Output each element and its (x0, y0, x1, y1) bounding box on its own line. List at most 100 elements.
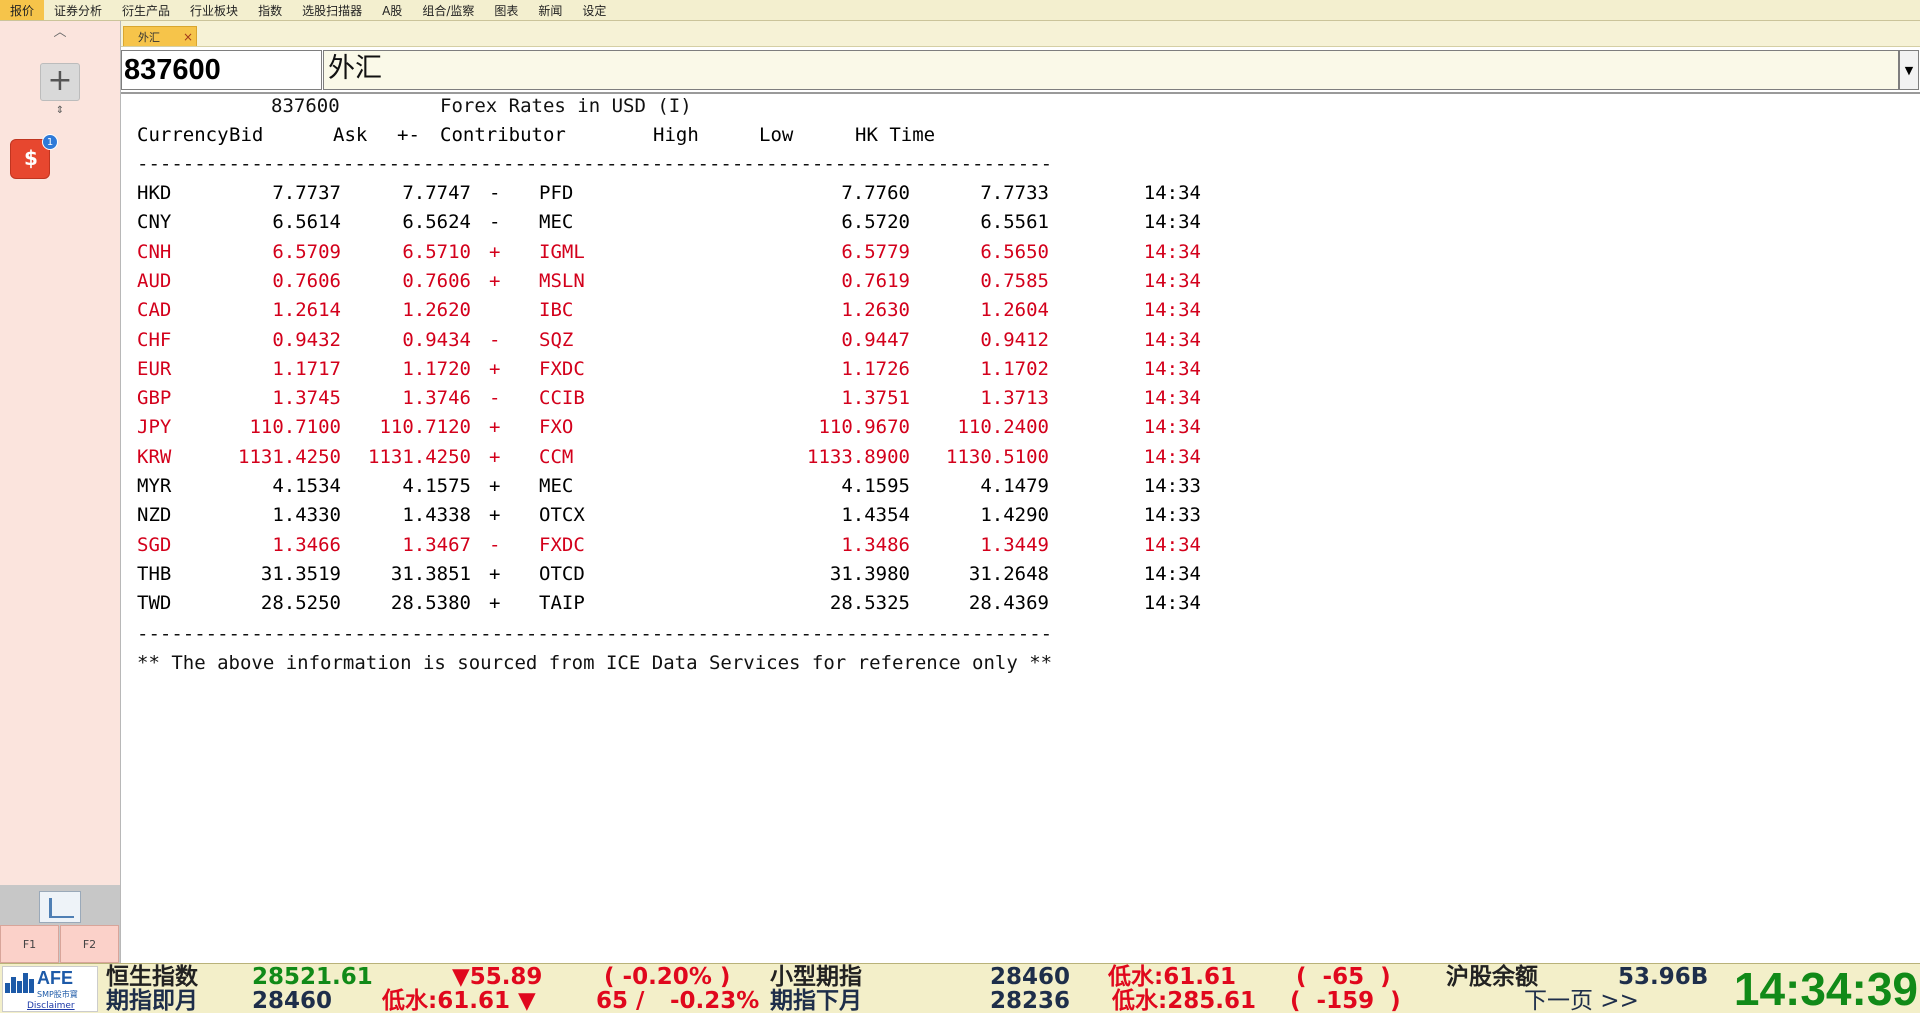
high-cell: 1.3486 (841, 533, 910, 556)
table-row[interactable]: GBP 1.3745 1.3746- CCIB 1.3751 1.3713 14:34 (121, 384, 1221, 412)
table-row[interactable]: KRW 1131.4250 1131.4250 + CCM 1133.8900 1130.5… (121, 443, 1221, 471)
f1-button[interactable]: F1 (0, 925, 59, 963)
low-cell: 1.2604 (980, 299, 1049, 322)
menu-portfolio[interactable]: 组合/监察 (412, 0, 484, 20)
high-cell: 6.5779 (841, 240, 910, 263)
menu-stock-scanner[interactable]: 选股扫描器 (292, 0, 372, 20)
table-row[interactable]: JPY 110.7100 110.7120 + FXO 110.9670 110.2400 1… (121, 413, 1221, 441)
contributor-cell: FXDC (539, 357, 585, 380)
currency-cell: CNH (137, 240, 172, 263)
menu-quotes[interactable]: 报价 (0, 0, 45, 20)
chevron-down-icon[interactable]: ▼ (1899, 50, 1919, 90)
money-bag-app-icon[interactable]: $ 1 (10, 134, 58, 179)
ask-cell: 1.4338 (402, 504, 471, 527)
bid-cell: 28.5250 (260, 592, 341, 615)
table-row[interactable]: TWD 28.5250 28.5380 + TAIP 28.5325 28.4369 14:3… (121, 589, 1221, 617)
low-cell: 28.4369 (968, 592, 1049, 615)
low-cell: 6.5650 (980, 240, 1049, 263)
change-cell: + (489, 445, 501, 468)
change-cell: + (489, 475, 501, 497)
close-icon[interactable]: × (180, 30, 196, 44)
low-cell: 7.7733 (980, 182, 1049, 204)
menu-sectors[interactable]: 行业板块 (180, 0, 248, 20)
high-cell: 0.9447 (841, 328, 910, 351)
currency-cell: KRW (137, 445, 172, 468)
ask-cell: 1131.4250 (368, 445, 471, 468)
table-row[interactable]: CAD 1.2614 1.2620 IBC 1.2630 1.2604 14:34 (121, 296, 1221, 324)
ask-cell: 1.3746 (402, 387, 471, 410)
currency-cell: JPY (137, 416, 172, 439)
table-row[interactable]: THB 31.3519 31.3851 + OTCD 31.3980 31.2648 14:3… (121, 560, 1221, 588)
table-row[interactable]: NZD 1.4330 1.4338 + OTCX 1.4354 1.4290 14:33 (121, 501, 1221, 529)
currency-cell: EUR (137, 357, 172, 380)
high-cell: 1.4354 (841, 504, 910, 527)
change-cell: + (489, 269, 501, 292)
terminal-window: 报价 证券分析 衍生产品 行业板块 指数 选股扫描器 A股 组合/监察 图表 新… (0, 0, 1920, 1013)
afe-logo[interactable]: AFE SMP股市寶 Disclaimer (2, 966, 98, 1012)
ask-cell: 4.1575 (402, 475, 471, 497)
change-cell: + (489, 504, 501, 527)
document-icon[interactable] (39, 891, 81, 923)
table-header: Currency Bid Ask +- Contributor High Low… (121, 121, 1221, 149)
header-low: Low (759, 124, 794, 146)
low-cell: 0.7585 (980, 269, 1049, 292)
tab-label: 外汇 (138, 30, 160, 44)
table-row[interactable]: MYR 4.1534 4.1575 + MEC 4.1595 4.1479 14:33 (121, 472, 1221, 500)
menu-derivatives[interactable]: 衍生产品 (112, 0, 180, 20)
collapse-up-icon[interactable]: ︿ (50, 25, 70, 41)
ask-cell: 31.3851 (390, 562, 471, 585)
currency-cell: TWD (137, 592, 172, 615)
currency-cell: CAD (137, 299, 172, 322)
contributor-cell: MEC (539, 211, 574, 234)
table-row[interactable]: CNH 6.5709 6.5710 + IGML 6.5779 6.5650 14:34 (121, 238, 1221, 266)
table-row[interactable]: SGD 1.3466 1.3467- FXDC 1.3486 1.3449 14:34 (121, 531, 1221, 559)
bid-cell: 1.1717 (272, 357, 341, 380)
report-code: 837600 (271, 95, 340, 117)
disclaimer-link[interactable]: Disclaimer (27, 1001, 75, 1011)
page-name-combo[interactable]: 外汇 (323, 50, 1899, 90)
hsi-change: ▼55.89 (452, 964, 543, 990)
currency-cell: CHF (137, 328, 172, 351)
f2-button[interactable]: F2 (60, 925, 119, 963)
ask-cell: 6.5624 (402, 211, 471, 234)
menu-securities-analysis[interactable]: 证券分析 (44, 0, 112, 20)
resize-handle-icon[interactable]: ⇕ (52, 105, 68, 117)
menu-settings[interactable]: 设定 (572, 0, 616, 20)
high-cell: 1.1726 (841, 357, 910, 380)
code-input[interactable]: 837600 (121, 50, 322, 90)
mini-futures-diff: ( -65 ) (1296, 964, 1391, 990)
low-cell: 1.3449 (980, 533, 1049, 556)
futures-next-discount: 低水:285.61 (1112, 988, 1256, 1013)
left-sidebar: ︿ + ⇕ $ 1 F1 F2 (0, 21, 121, 963)
change-cell: - (489, 182, 501, 204)
table-row[interactable]: AUD 0.7606 0.7606 + MSLN 0.7619 0.7585 14:34 (121, 267, 1221, 295)
menu-indices[interactable]: 指数 (248, 0, 292, 20)
contributor-cell: SQZ (539, 328, 574, 351)
menu-charts[interactable]: 图表 (484, 0, 528, 20)
table-row[interactable]: CHF 0.9432 0.9434- SQZ 0.9447 0.9412 14:34 (121, 326, 1221, 354)
tab-forex[interactable]: 外汇 × (123, 26, 197, 46)
hsi-label: 恒生指数 (106, 964, 198, 990)
change-cell: + (489, 592, 501, 615)
menu-news[interactable]: 新闻 (528, 0, 572, 20)
next-page-button[interactable]: 下一页 >> (1524, 989, 1639, 1013)
contributor-cell: TAIP (539, 592, 585, 615)
hk-time-cell: 14:33 (1143, 504, 1201, 527)
currency-cell: CNY (137, 211, 172, 234)
add-button[interactable]: + (40, 63, 80, 101)
high-cell: 1133.8900 (807, 445, 910, 468)
low-cell: 4.1479 (980, 475, 1049, 497)
dollar-icon: $ (24, 146, 38, 170)
bid-cell: 0.7606 (272, 269, 341, 292)
table-row[interactable]: EUR 1.1717 1.1720 + FXDC 1.1726 1.1702 14:34 (121, 355, 1221, 383)
low-cell: 1.1702 (980, 357, 1049, 380)
hk-time-cell: 14:34 (1143, 182, 1201, 204)
header-high: High (653, 124, 699, 146)
bid-cell: 110.7100 (249, 416, 341, 439)
table-row[interactable]: HKD 7.7737 7.7747- PFD 7.7760 7.7733 14:34 (121, 179, 1221, 207)
currency-cell: HKD (137, 182, 172, 204)
hk-time-cell: 14:33 (1143, 475, 1201, 497)
menu-a-shares[interactable]: A股 (372, 0, 412, 20)
header-currency: Currency (137, 124, 229, 146)
table-row[interactable]: CNY 6.5614 6.5624- MEC 6.5720 6.5561 14:34 (121, 208, 1221, 236)
